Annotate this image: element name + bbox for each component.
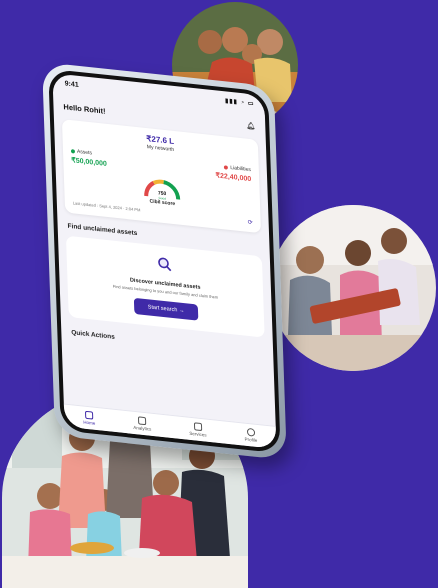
status-time: 9:41 <box>64 80 79 89</box>
magnifier-icon <box>158 257 172 272</box>
nav-analytics[interactable]: Analytics <box>133 416 151 432</box>
app-screen: 9:41 ▮▮▮ ◔ ▭ Hello Rohit! 🔔︎ ₹27.6 L My … <box>52 73 277 449</box>
greeting-text: Hello Rohit! <box>63 102 106 116</box>
phone-mockup: 9:41 ▮▮▮ ◔ ▭ Hello Rohit! 🔔︎ ₹27.6 L My … <box>22 58 322 461</box>
start-search-button[interactable]: Start search → <box>133 297 199 321</box>
profile-icon <box>246 427 255 437</box>
liabilities-block: Liabilities ₹22,40,000 <box>215 163 251 183</box>
liabilities-dot-icon <box>224 164 229 170</box>
liabilities-value: ₹22,40,000 <box>215 172 252 184</box>
nav-home[interactable]: Home <box>83 410 96 426</box>
start-search-label: Start search <box>147 304 178 314</box>
nav-home-label: Home <box>83 419 96 426</box>
arrow-right-icon: → <box>178 307 185 315</box>
nav-services-label: Services <box>189 430 207 438</box>
notification-bell-icon[interactable]: 🔔︎ <box>246 122 255 132</box>
assets-dot-icon <box>70 148 76 154</box>
assets-value: ₹50,00,000 <box>71 157 108 168</box>
nav-services[interactable]: Services <box>189 422 207 438</box>
nav-profile-label: Profile <box>244 436 258 443</box>
assets-block: Assets ₹50,00,000 <box>70 148 108 168</box>
analytics-icon <box>137 416 147 426</box>
nav-analytics-label: Analytics <box>133 424 152 432</box>
refresh-icon[interactable]: ⟳ <box>248 219 253 227</box>
liabilities-label: Liabilities <box>230 164 251 174</box>
home-icon <box>84 410 94 420</box>
gauge-icon: 750 Good <box>144 179 181 201</box>
signal-wifi-battery-icon: ▮▮▮ ◔ ▭ <box>224 98 255 108</box>
assets-label: Assets <box>76 148 93 157</box>
services-icon <box>193 422 202 432</box>
nav-profile[interactable]: Profile <box>244 427 258 443</box>
